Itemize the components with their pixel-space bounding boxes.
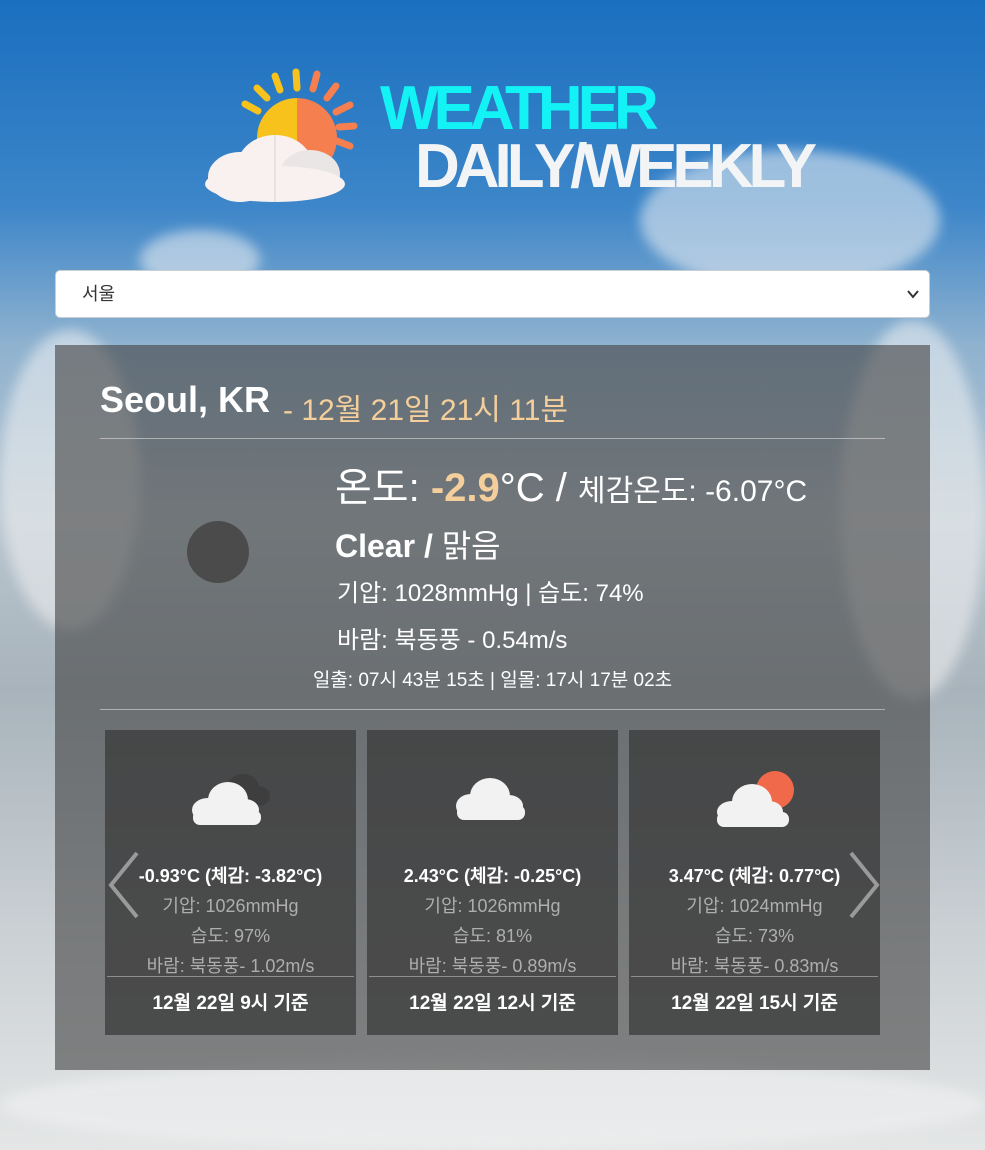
site-header: WEATHER DAILY/WEEKLY — [0, 0, 985, 230]
forecast-divider — [107, 976, 354, 977]
chevron-down-icon — [907, 271, 919, 335]
condition-ko: 맑음 — [432, 528, 501, 564]
forecast-divider — [369, 976, 616, 977]
forecast-time: 12월 22일 15시 기준 — [671, 993, 838, 1014]
cloudy-icon — [192, 774, 270, 825]
forecast-humidity: 습도: 81% — [452, 926, 533, 946]
forecast-wind: 바람: 북동풍- 0.89m/s — [408, 956, 577, 976]
wind-info: 바람: 북동풍 - 0.54m/s — [337, 627, 568, 654]
forecast-humidity: 습도: 73% — [714, 926, 795, 946]
current-datetime: - 12월 21일 21시 11분 — [283, 394, 568, 427]
condition-en: Clear / — [335, 528, 433, 564]
city-select[interactable]: 서울 — [55, 270, 930, 318]
forecast-humidity: 습도: 97% — [190, 926, 271, 946]
temp-label: 온도: — [335, 466, 431, 510]
forecast-divider — [631, 976, 878, 977]
title-daily-weekly: DAILY/WEEKLY — [415, 132, 817, 201]
forecast-time: 12월 22일 9시 기준 — [152, 993, 309, 1014]
weather-condition: Clear / 맑음 — [335, 521, 501, 567]
sun-cloud-icon — [205, 68, 358, 202]
feels-like: 체감온도: -6.07°C — [578, 475, 808, 508]
title-weather: WEATHER — [380, 74, 659, 143]
partly-cloudy-icon — [717, 771, 794, 827]
clear-night-icon — [187, 521, 249, 583]
divider-top — [100, 438, 885, 439]
divider-bottom — [100, 709, 885, 710]
temp-unit: °C / — [499, 466, 578, 510]
carousel-next-icon[interactable] — [843, 845, 883, 925]
temp-value: -2.9 — [430, 466, 500, 510]
forecast-time: 12월 22일 12시 기준 — [409, 993, 576, 1014]
carousel-prev-icon[interactable] — [105, 845, 145, 925]
pressure-humidity: 기압: 1028mmHg | 습도: 74% — [337, 580, 644, 607]
forecast-pressure: 기압: 1026mmHg — [424, 896, 561, 916]
temperature-line: 온도: -2.9°C / 체감온도: -6.07°C — [335, 455, 807, 513]
weather-panel: Seoul, KR - 12월 21일 21시 11분 온도: -2.9°C /… — [55, 345, 930, 1070]
city-select-value: 서울 — [82, 284, 116, 304]
location-name: Seoul, KR — [100, 379, 271, 420]
forecast-temp: 2.43°C (체감: -0.25°C) — [403, 866, 582, 886]
forecast-wind: 바람: 북동풍- 1.02m/s — [146, 956, 315, 976]
cloud-icon — [456, 778, 525, 820]
forecast-wind: 바람: 북동풍- 0.83m/s — [670, 956, 839, 976]
forecast-card: 2.43°C (체감: -0.25°C) 기압: 1026mmHg 습도: 81… — [367, 730, 618, 1035]
sunrise-sunset: 일출: 07시 43분 15초 | 일몰: 17시 17분 02초 — [312, 670, 673, 691]
